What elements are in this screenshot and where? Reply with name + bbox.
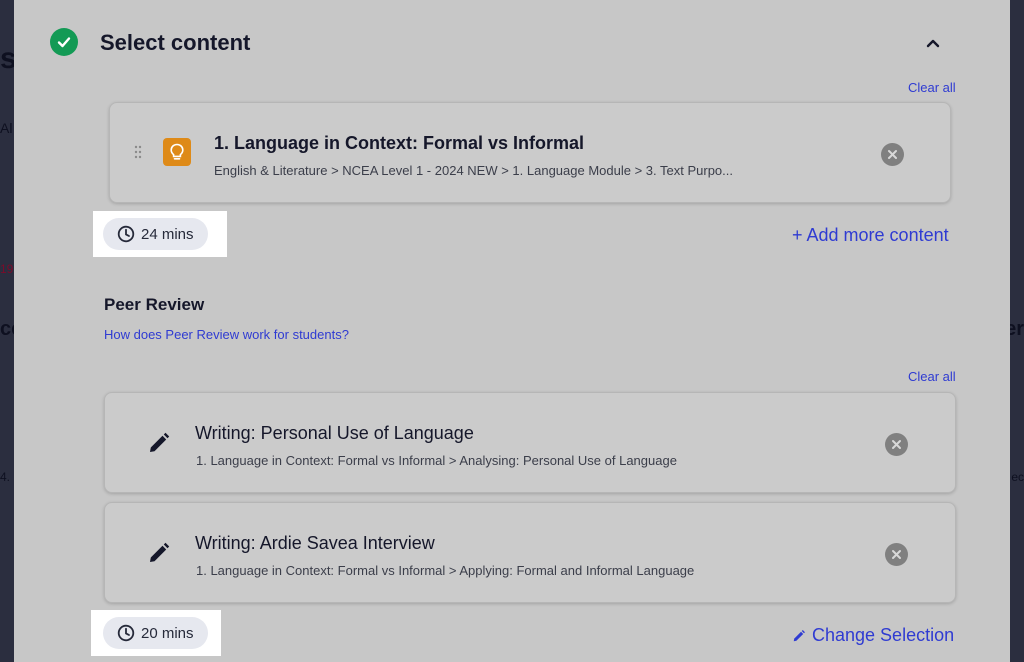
- peer-review-item-title: Writing: Personal Use of Language: [195, 423, 474, 443]
- remove-peer-review-item-button[interactable]: [885, 543, 908, 566]
- lightbulb-icon: [163, 138, 191, 166]
- peer-review-item: Writing: Ardie Savea Interview 1. Langua…: [104, 502, 956, 603]
- peer-review-item-path: 1. Language in Context: Formal vs Inform…: [196, 453, 677, 468]
- remove-peer-review-item-button[interactable]: [885, 433, 908, 456]
- close-icon: [892, 440, 901, 449]
- clock-icon: [117, 225, 135, 243]
- pencil-icon: [147, 541, 171, 570]
- close-icon: [892, 550, 901, 559]
- peer-review-duration-highlight: 20 mins: [91, 610, 221, 656]
- background-text-fragment: ec: [1011, 470, 1024, 484]
- change-selection-label: Change Selection: [812, 625, 955, 645]
- clear-all-peer-review-link[interactable]: Clear all: [908, 369, 956, 384]
- add-more-content-link[interactable]: + Add more content: [792, 225, 949, 246]
- pencil-icon: [793, 629, 805, 641]
- peer-review-duration-text: 20 mins: [141, 624, 194, 642]
- peer-review-item-title: Writing: Ardie Savea Interview: [195, 533, 435, 553]
- peer-review-item-path: 1. Language in Context: Formal vs Inform…: [196, 563, 695, 578]
- remove-content-button[interactable]: [881, 143, 904, 166]
- content-duration-highlight: 24 mins: [93, 211, 227, 257]
- peer-review-title: Peer Review: [104, 295, 205, 314]
- close-icon: [888, 150, 897, 159]
- content-path: English & Literature > NCEA Level 1 - 20…: [214, 163, 733, 178]
- content-duration-text: 24 mins: [141, 225, 194, 243]
- section-title: Select content: [100, 30, 251, 55]
- change-selection-link[interactable]: Change Selection: [792, 625, 954, 646]
- peer-review-help-link[interactable]: How does Peer Review work for students?: [104, 327, 349, 342]
- drag-handle-icon[interactable]: [134, 145, 142, 164]
- background-text-fragment: Al: [0, 120, 13, 136]
- chevron-up-icon: [926, 39, 940, 48]
- background-text-fragment: 4.: [0, 470, 11, 484]
- clear-all-content-link[interactable]: Clear all: [908, 80, 956, 95]
- background-text-fragment: 19: [0, 262, 14, 276]
- content-title: 1. Language in Context: Formal vs Inform…: [214, 133, 585, 153]
- peer-review-duration-badge: 20 mins: [103, 617, 208, 649]
- collapse-button[interactable]: [920, 30, 946, 56]
- pencil-icon: [147, 431, 171, 460]
- clock-icon: [117, 624, 135, 642]
- select-content-panel: Select content Clear all 1. Language in …: [14, 0, 1010, 662]
- content-duration-badge: 24 mins: [103, 218, 208, 250]
- check-circle-icon: [50, 28, 78, 56]
- selected-content-card: 1. Language in Context: Formal vs Inform…: [109, 102, 951, 203]
- peer-review-item: Writing: Personal Use of Language 1. Lan…: [104, 392, 956, 493]
